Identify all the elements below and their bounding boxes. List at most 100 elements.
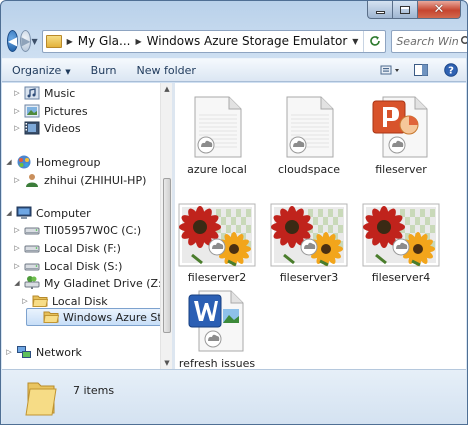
item-count: 7 items	[73, 384, 115, 397]
expand-arrow-icon[interactable]: ▷	[12, 244, 22, 252]
nav-tree-item[interactable]: ▷ Music	[12, 84, 75, 102]
nav-tree-item[interactable]: ▷ Videos	[12, 119, 81, 137]
expand-arrow-icon[interactable]: ▷	[12, 226, 22, 234]
nav-tree-item[interactable]: ▷ TII05957W0C (C:)	[12, 221, 141, 239]
command-bar: Organize ▼ Burn New folder ?	[2, 58, 466, 82]
address-dropdown[interactable]: ▼	[347, 37, 363, 46]
nav-tree-label: zhihui (ZHIHUI-HP)	[44, 173, 147, 187]
search-input[interactable]: Search Win...	[391, 29, 467, 53]
address-bar[interactable]: ▶ My Gla... ▶ Windows Azure Storage Emul…	[41, 29, 387, 53]
close-icon: ✕	[433, 2, 445, 17]
flower-image-icon	[362, 201, 440, 267]
back-arrow-icon: ◀	[8, 34, 18, 48]
caption-buttons: ✕	[367, 1, 461, 19]
breadcrumb-item[interactable]: My Gla...	[78, 34, 131, 48]
expand-arrow-icon[interactable]: ▷	[12, 107, 22, 115]
change-view-button[interactable]	[376, 59, 406, 81]
breadcrumb-item[interactable]: Windows Azure Storage Emulator	[147, 34, 348, 48]
nav-tree-item[interactable]: ▷ zhihui (ZHIHUI-HP)	[12, 171, 146, 189]
drive-icon	[24, 240, 40, 256]
breadcrumb-separator[interactable]: ▶	[135, 37, 141, 46]
drive-icon	[24, 258, 40, 274]
views-icon	[380, 65, 399, 75]
recent-pages-dropdown[interactable]: ▼	[31, 37, 37, 46]
search-icon[interactable]	[458, 35, 467, 47]
nav-tree-label: Local Disk (S:)	[44, 259, 123, 273]
file-item[interactable]: fileserver	[359, 93, 443, 176]
collapse-arrow-icon[interactable]: ◢	[4, 158, 14, 166]
nav-tree-label: Network	[36, 345, 82, 359]
details-pane: 7 items	[2, 369, 466, 424]
expand-arrow-icon[interactable]: ▷	[20, 297, 30, 305]
music-icon	[24, 85, 40, 101]
nav-tree-item[interactable]: ◢ Homegroup	[4, 153, 100, 171]
nav-tree-item[interactable]: ▷ Pictures	[12, 102, 88, 120]
file-name: fileserver	[375, 163, 427, 176]
collapse-arrow-icon[interactable]: ◢	[12, 279, 22, 287]
file-item[interactable]: fileserver4	[359, 201, 443, 284]
chevron-down-icon: ▼	[65, 67, 71, 76]
organize-label: Organize	[12, 63, 62, 77]
navigation-pane: ▷ Music ▷ Pictures ▷ Videos ◢ Homegroup ▷ zhihui …	[2, 83, 160, 369]
flower-image-icon	[270, 201, 348, 267]
forward-button[interactable]: ▶	[20, 30, 32, 52]
navigation-row: ◀ ▶ ▼ ▶ My Gla... ▶ Windows Azure Storag…	[7, 27, 467, 55]
close-button[interactable]: ✕	[418, 1, 461, 19]
cloud-file-icon	[281, 93, 337, 159]
navigation-scrollbar[interactable]: ▲ ▼	[160, 83, 172, 369]
expand-arrow-icon[interactable]: ▷	[12, 124, 22, 132]
flower-image-icon	[178, 201, 256, 267]
file-item[interactable]: azure local	[175, 93, 259, 176]
maximize-button[interactable]	[393, 1, 418, 19]
burn-button[interactable]: Burn	[81, 64, 127, 77]
folder-icon	[25, 382, 57, 416]
file-item[interactable]: refresh issues	[175, 287, 259, 370]
homegroup-icon	[16, 154, 32, 170]
expand-arrow-icon[interactable]: ▷	[4, 348, 14, 356]
nav-tree-label: Windows Azure Storag	[63, 310, 160, 324]
help-icon: ?	[444, 63, 458, 77]
videos-icon	[24, 120, 40, 136]
collapse-arrow-icon[interactable]: ◢	[4, 209, 14, 217]
pictures-icon	[24, 103, 40, 119]
nav-tree-item[interactable]: ◢ Computer	[4, 204, 91, 222]
preview-pane-icon	[414, 64, 428, 76]
breadcrumb-separator[interactable]: ▶	[67, 37, 73, 46]
nav-tree-item[interactable]: Windows Azure Storag	[26, 308, 160, 326]
forward-arrow-icon: ▶	[21, 34, 31, 48]
back-button[interactable]: ◀	[7, 30, 19, 52]
nav-tree-label: Computer	[36, 206, 91, 220]
file-item[interactable]: cloudspace	[267, 93, 351, 176]
network-drive-icon	[24, 275, 40, 291]
word-file-icon	[187, 287, 247, 353]
expand-arrow-icon[interactable]: ▷	[12, 176, 22, 184]
refresh-button[interactable]	[363, 30, 385, 52]
network-icon	[16, 344, 32, 360]
expand-arrow-icon[interactable]: ▷	[12, 89, 22, 97]
nav-tree-label: TII05957W0C (C:)	[44, 223, 142, 237]
nav-tree-item[interactable]: ▷ Local Disk (F:)	[12, 239, 121, 257]
nav-tree-label: Homegroup	[36, 155, 101, 169]
cloud-file-icon	[189, 93, 245, 159]
nav-tree-label: Local Disk	[52, 294, 108, 308]
nav-tree-item[interactable]: ▷ Local Disk (S:)	[12, 257, 122, 275]
maximize-icon	[400, 5, 410, 14]
minimize-icon	[375, 11, 385, 14]
new-folder-button[interactable]: New folder	[127, 64, 206, 77]
file-name: fileserver4	[371, 271, 431, 284]
nav-tree-item[interactable]: ◢ My Gladinet Drive (Z:)	[12, 274, 160, 292]
expand-arrow-icon[interactable]: ▷	[12, 262, 22, 270]
nav-tree-item[interactable]: ▷ Network	[4, 343, 82, 361]
nav-tree-label: My Gladinet Drive (Z:)	[44, 276, 160, 290]
preview-pane-button[interactable]	[406, 59, 436, 81]
file-item[interactable]: fileserver3	[267, 201, 351, 284]
explorer-window: ✕ ◀ ▶ ▼ ▶ My Gla... ▶ Windows Azure Stor…	[0, 0, 468, 425]
minimize-button[interactable]	[367, 1, 393, 19]
organize-menu[interactable]: Organize ▼	[2, 64, 81, 77]
refresh-icon	[370, 36, 380, 46]
scrollbar-thumb[interactable]	[163, 178, 171, 333]
file-item[interactable]: fileserver2	[175, 201, 259, 284]
nav-tree-label: Videos	[44, 121, 81, 135]
help-button[interactable]: ?	[436, 59, 466, 81]
svg-text:?: ?	[448, 66, 454, 77]
